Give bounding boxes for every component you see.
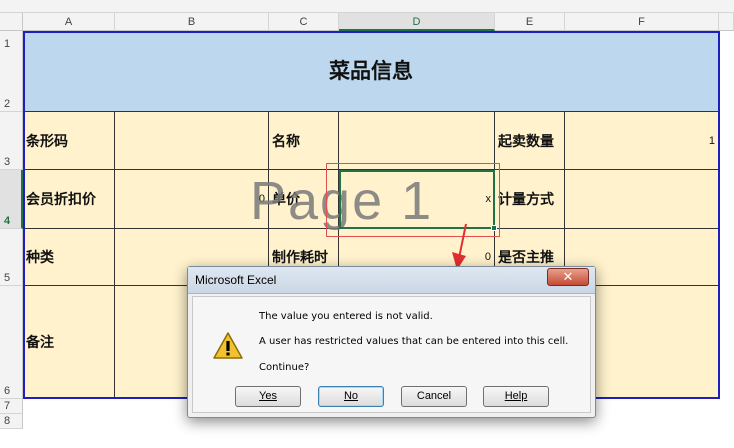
cell-f3[interactable]: 1 (565, 112, 719, 170)
close-button[interactable]: ✕ (547, 268, 589, 286)
row-number-6: 6 (4, 385, 11, 397)
cell-b3[interactable] (115, 112, 269, 170)
row-number-1: 1 (4, 38, 11, 50)
column-header-d[interactable]: D (339, 13, 495, 31)
column-header-a[interactable]: A (23, 13, 115, 31)
label-min-quantity: 起卖数量 (498, 133, 554, 150)
label-member-price: 会员折扣价 (26, 192, 96, 208)
dialog-titlebar[interactable]: Microsoft Excel ✕ (188, 267, 595, 294)
row-header-1-2[interactable]: 1 2 (0, 31, 23, 112)
active-cell-d4[interactable] (339, 170, 495, 229)
row-number-7: 7 (4, 400, 11, 412)
cell-a3[interactable]: 条形码 (23, 112, 115, 170)
row-number-5: 5 (4, 272, 11, 284)
validation-dialog: Microsoft Excel ✕ The value you entered … (187, 266, 596, 418)
cell-a6[interactable]: 备注 (23, 286, 115, 399)
row-header-3[interactable]: 3 (0, 112, 23, 170)
fill-handle[interactable] (491, 225, 497, 231)
cancel-button-label: Cancel (416, 390, 452, 402)
row-header-5[interactable]: 5 (0, 229, 23, 286)
cell-f4[interactable] (565, 170, 719, 229)
dialog-message-continue: Continue? (259, 362, 310, 373)
label-barcode: 条形码 (26, 133, 68, 150)
sheet-top-bar (0, 0, 734, 13)
column-header-e[interactable]: E (495, 13, 565, 31)
row-number-4: 4 (4, 215, 11, 227)
row-header-6[interactable]: 6 (0, 286, 23, 399)
no-button-label: No (343, 390, 359, 402)
label-notes: 备注 (26, 335, 54, 351)
column-header-c[interactable]: C (269, 13, 339, 31)
column-header-f[interactable]: F (565, 13, 719, 31)
dialog-title: Microsoft Excel (195, 273, 277, 287)
dialog-message-invalid: The value you entered is not valid. (259, 311, 433, 322)
close-icon: ✕ (562, 270, 574, 285)
value-min-quantity: 1 (708, 134, 715, 147)
row-number-3: 3 (4, 156, 11, 168)
cell-c3[interactable]: 名称 (269, 112, 339, 170)
label-category: 种类 (26, 250, 54, 266)
yes-button-label: Yes (259, 390, 277, 402)
label-unit-type: 计量方式 (498, 192, 554, 208)
row-header-4[interactable]: 4 (0, 170, 23, 229)
label-prep-time: 制作耗时 (272, 250, 328, 266)
cancel-button[interactable]: Cancel (401, 386, 467, 407)
no-button[interactable]: No (318, 386, 384, 407)
red-arrow-icon (452, 223, 467, 270)
cell-e4[interactable]: 计量方式 (495, 170, 565, 229)
value-prep-time: 0 (484, 251, 491, 263)
cell-e3[interactable]: 起卖数量 (495, 112, 565, 170)
column-header-b[interactable]: B (115, 13, 269, 31)
select-all-corner[interactable] (0, 13, 23, 31)
dialog-message-restricted: A user has restricted values that can be… (259, 336, 569, 347)
help-button-label: Help (504, 390, 528, 402)
sheet-title-cell[interactable]: 菜品信息 (23, 31, 719, 112)
row-number-8: 8 (4, 415, 11, 427)
row-number-2: 2 (4, 98, 11, 110)
warning-icon (213, 332, 243, 359)
label-featured: 是否主推 (498, 250, 554, 266)
cell-b4[interactable]: 0 (115, 170, 269, 229)
help-button[interactable]: Help (483, 386, 549, 407)
cell-d3[interactable] (339, 112, 495, 170)
row-header-8[interactable]: 8 (0, 414, 23, 429)
column-header-g[interactable] (719, 13, 734, 31)
cell-a5[interactable]: 种类 (23, 229, 115, 286)
cell-a4[interactable]: 会员折扣价 (23, 170, 115, 229)
row-header-7[interactable]: 7 (0, 399, 23, 414)
label-name: 名称 (272, 133, 300, 150)
yes-button[interactable]: Yes (235, 386, 301, 407)
